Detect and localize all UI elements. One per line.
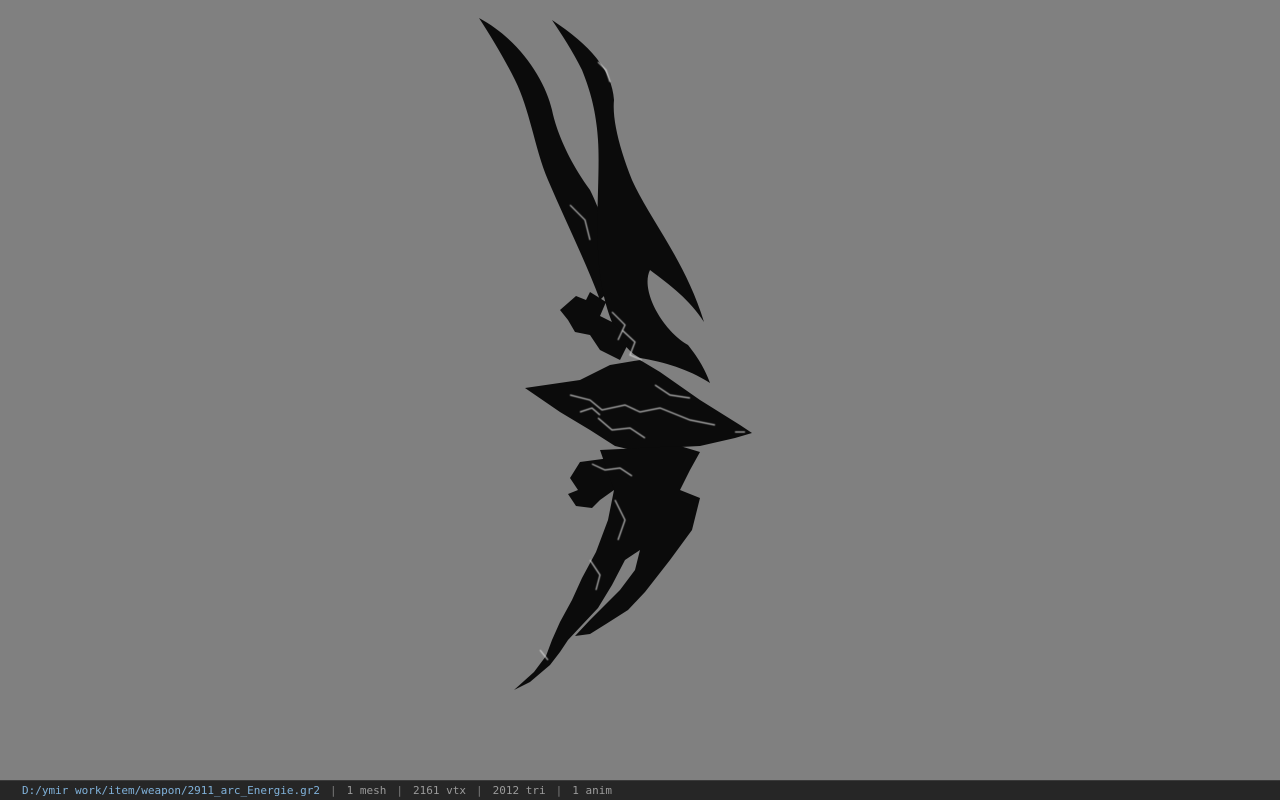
file-path: D:/ymir work/item/weapon/2911_arc_Energi…	[22, 784, 321, 797]
vertex-count: 2161 vtx	[413, 784, 466, 797]
status-bar: D:/ymir work/item/weapon/2911_arc_Energi…	[0, 780, 1280, 800]
mesh-count: 1 mesh	[346, 784, 387, 797]
bow-upper-limb	[479, 18, 710, 383]
3d-viewport[interactable]	[0, 0, 1280, 780]
triangle-count: 2012 tri	[492, 784, 546, 797]
separator: |	[476, 784, 483, 797]
separator: |	[396, 784, 404, 797]
bow-lower-limb	[514, 446, 700, 690]
bow-grip	[525, 360, 752, 452]
separator: |	[555, 784, 563, 797]
animation-count: 1 anim	[572, 784, 612, 797]
separator: |	[330, 784, 337, 797]
bow-weapon-model[interactable]	[0, 0, 1280, 780]
